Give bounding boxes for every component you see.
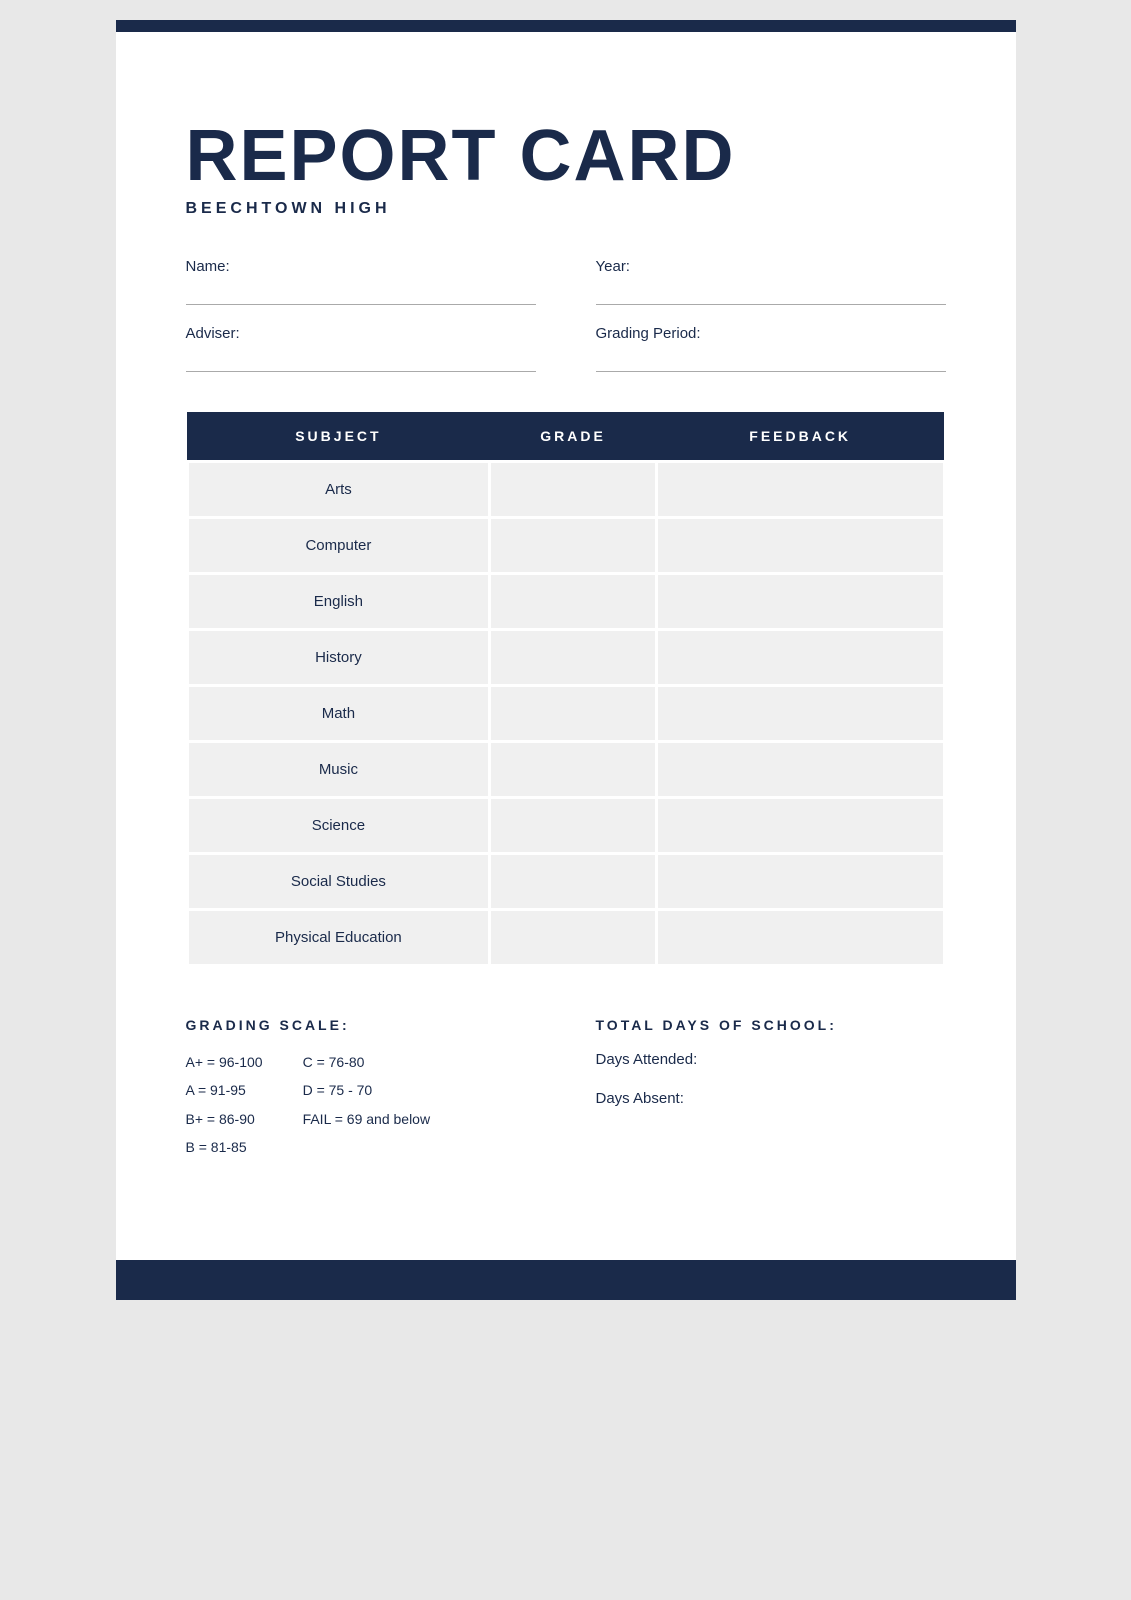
feedback-cell (656, 686, 944, 742)
feedback-cell (656, 574, 944, 630)
grading-period-label: Grading Period: (596, 325, 946, 342)
year-label: Year: (596, 258, 946, 275)
table-row: Arts (187, 462, 944, 518)
days-attended-label: Days Attended: (596, 1051, 698, 1068)
feedback-cell (656, 798, 944, 854)
table-row: Social Studies (187, 854, 944, 910)
grading-item: D = 75 - 70 (303, 1079, 431, 1101)
grading-item: A = 91-95 (186, 1079, 263, 1101)
subject-cell: Social Studies (187, 854, 490, 910)
grade-cell (490, 854, 657, 910)
col-header-grade: GRADE (490, 412, 657, 462)
subject-cell: Science (187, 798, 490, 854)
grading-item: C = 76-80 (303, 1051, 431, 1073)
name-line (186, 281, 536, 305)
days-absent: Days Absent: (596, 1090, 946, 1113)
grade-cell (490, 742, 657, 798)
grading-item: B = 81-85 (186, 1136, 263, 1158)
feedback-cell (656, 630, 944, 686)
grade-cell (490, 798, 657, 854)
grade-cell (490, 686, 657, 742)
form-section: Name: Year: Adviser: Grading Period: (186, 258, 946, 372)
table-row: Science (187, 798, 944, 854)
year-field: Year: (596, 258, 946, 305)
days-attended: Days Attended: (596, 1051, 946, 1074)
feedback-cell (656, 462, 944, 518)
grading-scale-title: GRADING SCALE: (186, 1017, 536, 1033)
grades-table: SUBJECT GRADE FEEDBACK ArtsComputerEngli… (186, 412, 946, 967)
subject-cell: Computer (187, 518, 490, 574)
subject-cell: Math (187, 686, 490, 742)
form-row-2: Adviser: Grading Period: (186, 325, 946, 372)
report-title: REPORT CARD (186, 120, 946, 192)
table-row: Math (187, 686, 944, 742)
grade-cell (490, 630, 657, 686)
adviser-label: Adviser: (186, 325, 536, 342)
table-row: Music (187, 742, 944, 798)
report-card-page: REPORT CARD BEECHTOWN HIGH Name: Year: A… (116, 20, 1016, 1300)
days-absent-label: Days Absent: (596, 1090, 684, 1107)
bottom-bar (116, 1260, 1016, 1300)
col-header-feedback: FEEDBACK (656, 412, 944, 462)
school-name: BEECHTOWN HIGH (186, 200, 946, 218)
feedback-cell (656, 910, 944, 966)
table-header-row: SUBJECT GRADE FEEDBACK (187, 412, 944, 462)
name-field: Name: (186, 258, 536, 305)
form-row-1: Name: Year: (186, 258, 946, 305)
grading-period-line (596, 348, 946, 372)
feedback-cell (656, 742, 944, 798)
grading-col-left: A+ = 96-100 A = 91-95 B+ = 86-90 B = 81-85 (186, 1051, 263, 1159)
grading-scale: GRADING SCALE: A+ = 96-100 A = 91-95 B+ = … (186, 1017, 536, 1159)
total-days-title: TOTAL DAYS OF SCHOOL: (596, 1017, 946, 1033)
grade-cell (490, 910, 657, 966)
grading-period-field: Grading Period: (596, 325, 946, 372)
subject-cell: Physical Education (187, 910, 490, 966)
table-row: Computer (187, 518, 944, 574)
adviser-field: Adviser: (186, 325, 536, 372)
grade-cell (490, 574, 657, 630)
subject-cell: Music (187, 742, 490, 798)
grade-cell (490, 518, 657, 574)
year-line (596, 281, 946, 305)
grade-cell (490, 462, 657, 518)
subject-cell: History (187, 630, 490, 686)
feedback-cell (656, 854, 944, 910)
grading-items: A+ = 96-100A = 91-95B+ = 86-90B = 81-85 … (186, 1051, 536, 1159)
table-row: English (187, 574, 944, 630)
feedback-cell (656, 518, 944, 574)
grading-item: FAIL = 69 and below (303, 1108, 431, 1130)
subject-cell: English (187, 574, 490, 630)
adviser-line (186, 348, 536, 372)
grading-col-right: C = 76-80 D = 75 - 70 FAIL = 69 and below (303, 1051, 431, 1159)
top-bar (116, 20, 1016, 32)
col-header-subject: SUBJECT (187, 412, 490, 462)
grading-item: A+ = 96-100 (186, 1051, 263, 1073)
table-row: History (187, 630, 944, 686)
name-label: Name: (186, 258, 536, 275)
footer-section: GRADING SCALE: A+ = 96-100 A = 91-95 B+ = … (186, 1017, 946, 1159)
table-row: Physical Education (187, 910, 944, 966)
total-days-section: TOTAL DAYS OF SCHOOL: Days Attended: Day… (596, 1017, 946, 1159)
grading-item: B+ = 86-90 (186, 1108, 263, 1130)
subject-cell: Arts (187, 462, 490, 518)
